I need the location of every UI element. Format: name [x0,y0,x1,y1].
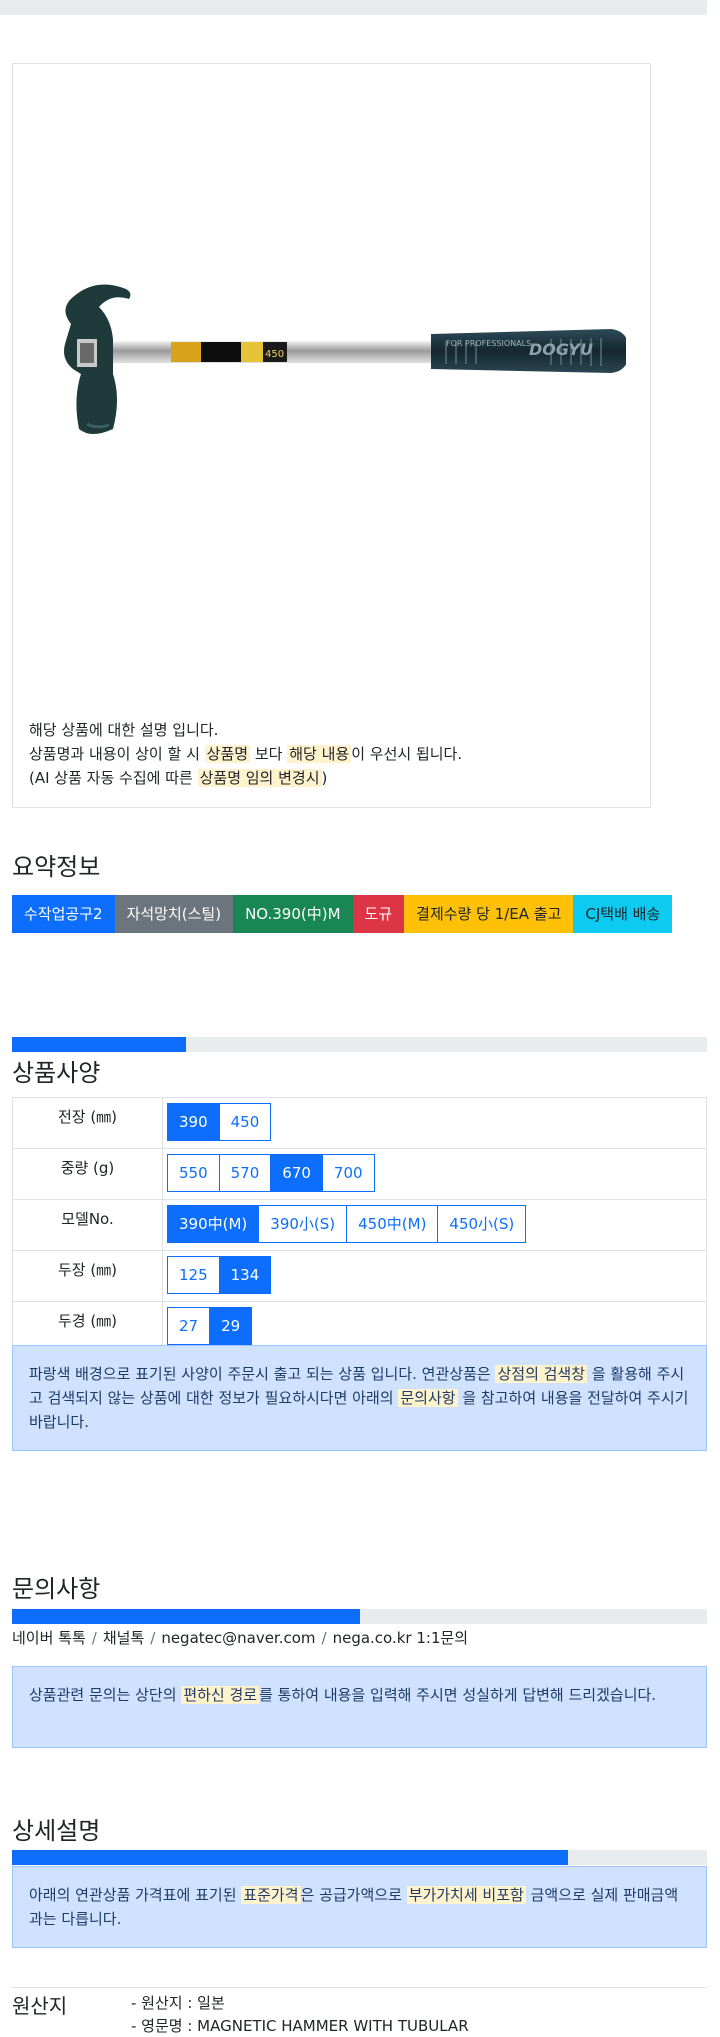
contact-link[interactable]: negatec@naver.com [161,1629,315,1647]
spec-option-button[interactable]: 700 [321,1154,375,1192]
highlight-vat-excluded: 부가가치세 비포함 [406,1886,526,1904]
spec-progress-fill [12,1037,186,1052]
contact-link[interactable]: 채널톡 [103,1629,144,1647]
highlight-content: 해당 내용 [287,745,352,763]
text-fragment: 아래의 연관상품 가격표에 표기된 [29,1886,237,1904]
summary-badge: 자석망치(스틸) [114,895,234,933]
summary-badge: 수작업공구2 [12,895,115,933]
description-line-1: 해당 상품에 대한 설명 입니다. [29,721,219,739]
spec-title: 상품사양 [12,1059,101,1087]
spec-note: 파랑색 배경으로 표기된 사양이 주문시 출고 되는 상품 입니다. 연관상품은… [12,1345,707,1451]
detail-note: 아래의 연관상품 가격표에 표기된 표준가격 은 공급가액으로 부가가치세 비포함… [12,1866,707,1948]
highlight-store-search: 상점의 검색창 [495,1365,588,1383]
hammer-size-label: 450 [265,349,284,360]
spec-option-button[interactable]: 29 [209,1307,253,1345]
spec-label: 두장 (㎜) [12,1250,163,1302]
spec-label: 모델No. [12,1199,163,1251]
spec-options: 550 570 670 700 [162,1148,707,1200]
spec-option-button[interactable]: 27 [167,1307,211,1345]
summary-title: 요약정보 [12,853,101,881]
origin-item: - 영문명 : MAGNETIC HAMMER WITH TUBULAR [131,2017,469,2035]
spec-option-button[interactable]: 570 [218,1154,272,1192]
spec-option-button[interactable]: 550 [167,1154,220,1192]
spec-option-button[interactable]: 134 [218,1256,272,1294]
spec-table: 전장 (㎜) 390 450 중량 (g) 550 570 670 700 모델No. 390中(… [12,1097,707,1353]
text-fragment: 이 우선시 됩니다. [351,745,463,763]
summary-badge: NO.390(中)M [233,895,353,933]
inquiry-progress-fill [12,1609,360,1624]
spec-row: 모델No. 390中(M) 390小(S) 450中(M) 450小(S) [12,1199,707,1251]
highlight-inquiry: 문의사항 [398,1389,458,1407]
spec-row: 중량 (g) 550 570 670 700 [12,1148,707,1200]
text-fragment: 를 통하여 내용을 입력해 주시면 성실하게 답변해 드리겠습니다. [259,1686,657,1704]
spec-options: 125 134 [162,1250,707,1302]
text-fragment: (AI 상품 자동 수집에 따른 [29,769,193,787]
spec-option-button[interactable]: 390 [167,1103,220,1141]
spec-option-button[interactable]: 125 [167,1256,220,1294]
highlight-standard-price: 표준가격 [241,1886,301,1904]
spec-label: 중량 (g) [12,1148,163,1200]
grip-brand: DOGYU [529,340,593,359]
inquiry-progress-bar [12,1609,707,1624]
inquiry-note: 상품관련 문의는 상단의 편하신 경로 를 통하여 내용을 입력해 주시면 성실하… [12,1666,707,1748]
product-description: 해당 상품에 대한 설명 입니다. 상품명과 내용이 상이 할 시 상품명 보다… [29,718,462,790]
description-line-3: (AI 상품 자동 수집에 따른 상품명 임의 변경시) [29,766,462,790]
spec-option-button[interactable]: 450 [218,1103,272,1141]
text-fragment: 은 공급가액으로 [300,1886,402,1904]
separator: / [91,1629,97,1647]
detail-title: 상세설명 [12,1817,101,1845]
description-line-2: 상품명과 내용이 상이 할 시 상품명 보다 해당 내용 이 우선시 됩니다. [29,742,462,766]
summary-badge: 도규 [352,895,405,933]
spec-option-button[interactable]: 450中(M) [346,1205,439,1243]
spec-option-button[interactable]: 670 [270,1154,323,1192]
detail-progress-fill [12,1850,568,1865]
contact-link[interactable]: nega.co.kr 1:1문의 [333,1629,469,1647]
hammer-product-image: 450 FOR PROFESSIONALS DOGYU [64,284,626,434]
origin-list: - 원산지 : 일본 - 영문명 : MAGNETIC HAMMER WITH T… [131,1992,469,2037]
spec-option-button[interactable]: 390小(S) [258,1205,348,1243]
text-fragment: 상품관련 문의는 상단의 [29,1686,177,1704]
spec-row: 전장 (㎜) 390 450 [12,1097,707,1149]
highlight-product-name: 상품명 [204,745,251,763]
spec-label: 전장 (㎜) [12,1097,163,1149]
summary-badge: CJ택배 배송 [573,895,673,933]
product-image-box: 450 FOR PROFESSIONALS DOGYU 해당 상품에 대한 설명… [12,63,651,808]
summary-badges: 수작업공구2 자석망치(스틸) NO.390(中)M 도규 결제수량 당 1/EA 출고… [12,895,712,933]
separator: / [150,1629,156,1647]
text-fragment: 상품명과 내용이 상이 할 시 [29,745,200,763]
spec-option-button[interactable]: 390中(M) [167,1205,260,1243]
origin-label: 원산지 [12,1994,68,2018]
contact-link[interactable]: 네이버 톡톡 [12,1629,86,1647]
summary-badge: 결제수량 당 1/EA 출고 [404,895,574,933]
spec-options: 390 450 [162,1097,707,1149]
spec-progress-bar [12,1037,707,1052]
inquiry-title: 문의사항 [12,1575,101,1603]
text-fragment: 보다 [254,745,283,763]
text-fragment: 파랑색 배경으로 표기된 사양이 주문시 출고 되는 상품 입니다. 연관상품은 [29,1365,491,1383]
separator: / [321,1629,327,1647]
highlight-name-change: 상품명 임의 변경시 [197,769,322,787]
grip-text: FOR PROFESSIONALS [446,339,531,348]
detail-progress-bar [12,1850,707,1865]
top-bar [0,0,707,15]
contact-links: 네이버 톡톡 / 채널톡 / negatec@naver.com / nega.co.kr … [12,1627,468,1648]
origin-item: - 원산지 : 일본 [131,1994,225,2012]
text-fragment: ) [321,769,328,787]
spec-option-button[interactable]: 450小(S) [437,1205,527,1243]
spec-row: 두장 (㎜) 125 134 [12,1250,707,1302]
spec-options: 390中(M) 390小(S) 450中(M) 450小(S) [162,1199,707,1251]
origin-section: 원산지 - 원산지 : 일본 - 영문명 : MAGNETIC HAMMER WI… [12,1987,707,2035]
highlight-route: 편하신 경로 [181,1686,260,1704]
